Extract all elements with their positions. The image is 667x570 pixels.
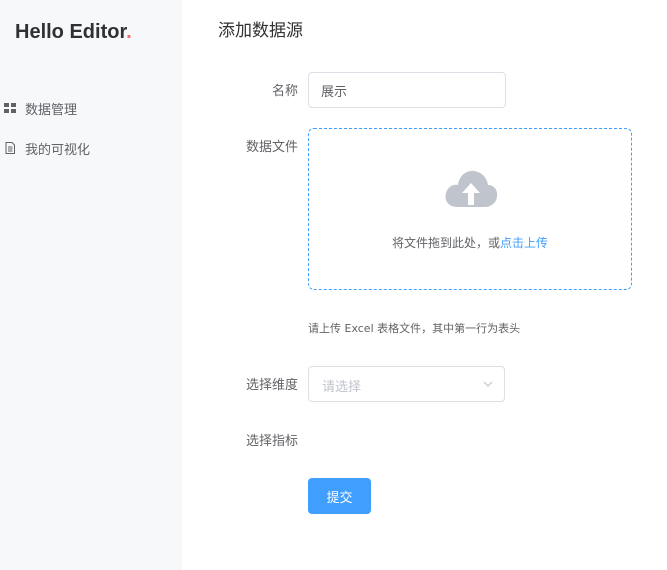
app-logo: Hello Editor. xyxy=(15,21,132,44)
data-file-label: 数据文件 xyxy=(245,140,298,155)
chevron-down-icon xyxy=(483,381,493,387)
upload-hint-text: 将文件拖到此处，或 xyxy=(391,236,500,250)
logo-text: Hello Editor xyxy=(15,21,127,43)
sidebar: Hello Editor. 数据管理 我的可视化 xyxy=(0,0,182,570)
page-title: 添加数据源 xyxy=(218,21,303,41)
document-icon xyxy=(5,142,15,154)
metric-label: 选择指标 xyxy=(245,434,298,449)
upload-hint: 将文件拖到此处，或点击上传 xyxy=(309,234,631,251)
dimension-select[interactable]: 请选择 xyxy=(308,366,505,402)
file-upload-dropzone[interactable]: 将文件拖到此处，或点击上传 xyxy=(308,128,632,290)
sidebar-item-label: 我的可视化 xyxy=(25,142,91,158)
submit-button[interactable]: 提交 xyxy=(308,478,371,514)
dimension-placeholder: 请选择 xyxy=(322,380,362,395)
grid-icon xyxy=(4,103,16,113)
cloud-upload-icon xyxy=(445,170,498,207)
name-label: 名称 xyxy=(271,84,298,99)
dimension-label: 选择维度 xyxy=(245,378,298,393)
name-input[interactable] xyxy=(308,72,506,108)
sidebar-item-data-management[interactable]: 数据管理 xyxy=(0,97,77,119)
upload-tip: 请上传 Excel 表格文件，其中第一行为表头 xyxy=(308,322,521,335)
upload-link[interactable]: 点击上传 xyxy=(500,236,548,250)
sidebar-item-my-visualizations[interactable]: 我的可视化 xyxy=(0,137,90,159)
main-content: 添加数据源 名称 数据文件 将文件拖到此处，或点击上传 请上传 Excel 表格… xyxy=(182,0,667,570)
sidebar-item-label: 数据管理 xyxy=(25,102,78,118)
logo-dot: . xyxy=(126,21,132,43)
